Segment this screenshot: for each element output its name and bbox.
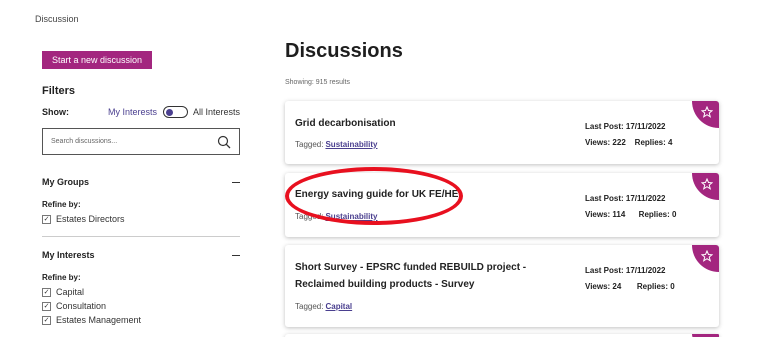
toggle-knob	[165, 108, 173, 116]
last-post: Last Post: 17/11/2022	[585, 266, 666, 275]
last-post: Last Post: 17/11/2022	[585, 194, 666, 203]
main-content: Discussions Showing: 915 results	[285, 40, 720, 86]
breadcrumb[interactable]: Discussion	[35, 14, 79, 24]
check-icon[interactable]: ✓	[42, 301, 51, 311]
check-icon[interactable]: ✓	[42, 315, 51, 325]
refine-label: Refine by:	[42, 273, 81, 282]
star-icon	[701, 178, 713, 190]
group-my-interests: My Interests Refine by: ✓ Capital ✓ Consul…	[42, 250, 240, 325]
check-icon[interactable]: ✓	[42, 214, 51, 224]
interests-toggle[interactable]	[162, 106, 188, 118]
group-title: My Interests	[42, 250, 95, 260]
discussion-title-line2[interactable]: Reclaimed building products - Survey	[295, 277, 474, 293]
tagged-row: Tagged: Sustainability	[295, 140, 377, 149]
favorite-button[interactable]	[692, 173, 719, 200]
discussion-title-line1[interactable]: Short Survey - EPSRC funded REBUILD proj…	[295, 260, 526, 276]
views-count: Views: 114	[585, 210, 626, 219]
star-icon	[701, 106, 713, 118]
views-count: Views: 222	[585, 138, 626, 147]
checkbox-item[interactable]: ✓ Capital	[42, 287, 240, 297]
tag-link[interactable]: Capital	[325, 302, 352, 311]
checkbox-label: Estates Management	[56, 315, 142, 325]
checkbox-item[interactable]: ✓ Consultation	[42, 301, 240, 311]
tagged-row: Tagged: Sustainability	[295, 212, 377, 221]
minus-icon[interactable]	[232, 181, 240, 183]
favorite-button[interactable]	[692, 101, 719, 128]
checkbox-item[interactable]: ✓ Estates Directors	[42, 214, 240, 224]
divider	[42, 236, 240, 237]
interest-toggle-row: Show: My Interests All Interests	[42, 104, 240, 120]
checkbox-label: Capital	[56, 287, 85, 297]
tagged-label: Tagged:	[295, 140, 324, 149]
stats-row: Views: 222 Replies: 4	[585, 138, 672, 147]
filters-title: Filters	[42, 85, 76, 97]
views-count: Views: 24	[585, 282, 622, 291]
tag-link[interactable]: Sustainability	[325, 140, 377, 149]
last-post: Last Post: 17/11/2022	[585, 122, 666, 131]
checkbox-label: Estates Directors	[56, 214, 125, 224]
search-input[interactable]: Search discussions...	[42, 128, 240, 155]
discussion-card[interactable]: Energy saving guide for UK FE/HE Tagged:…	[285, 173, 719, 237]
favorite-button[interactable]	[692, 245, 719, 272]
page-title: Discussions	[285, 40, 403, 62]
toggle-label-all-interests[interactable]: All Interests	[193, 107, 240, 117]
tagged-label: Tagged:	[295, 212, 324, 221]
discussion-title[interactable]: Energy saving guide for UK FE/HE	[295, 187, 458, 203]
discussion-card[interactable]: Grid decarbonisation Tagged: Sustainabili…	[285, 101, 719, 164]
search-icon[interactable]	[217, 135, 231, 149]
toggle-label-my-interests[interactable]: My Interests	[108, 107, 157, 117]
group-title: My Groups	[42, 177, 90, 187]
results-count: Showing: 915 results	[285, 79, 350, 86]
tagged-label: Tagged:	[295, 302, 324, 311]
tagged-row: Tagged: Capital	[295, 302, 352, 311]
checkbox-label: Consultation	[56, 301, 107, 311]
star-icon	[701, 250, 713, 262]
discussion-title[interactable]: Grid decarbonisation	[295, 116, 396, 132]
checkbox-item[interactable]: ✓ Estates Management	[42, 315, 240, 325]
start-new-discussion-button[interactable]: Start a new discussion	[42, 51, 153, 69]
replies-count: Replies: 0	[638, 210, 677, 219]
tag-link[interactable]: Sustainability	[325, 212, 377, 221]
stats-row: Views: 114 Replies: 0	[585, 210, 676, 219]
search-placeholder: Search discussions...	[51, 138, 118, 145]
group-my-groups: My Groups Refine by: ✓ Estates Directors	[42, 177, 240, 237]
sidebar: Start a new discussion Filters Show: My …	[42, 50, 240, 325]
stats-row: Views: 24 Replies: 0	[585, 282, 675, 291]
replies-count: Replies: 4	[634, 138, 673, 147]
refine-label: Refine by:	[42, 200, 81, 209]
minus-icon[interactable]	[232, 254, 240, 256]
show-label: Show:	[42, 107, 69, 117]
check-icon[interactable]: ✓	[42, 287, 51, 297]
discussion-card[interactable]: Short Survey - EPSRC funded REBUILD proj…	[285, 245, 719, 327]
replies-count: Replies: 0	[636, 282, 675, 291]
